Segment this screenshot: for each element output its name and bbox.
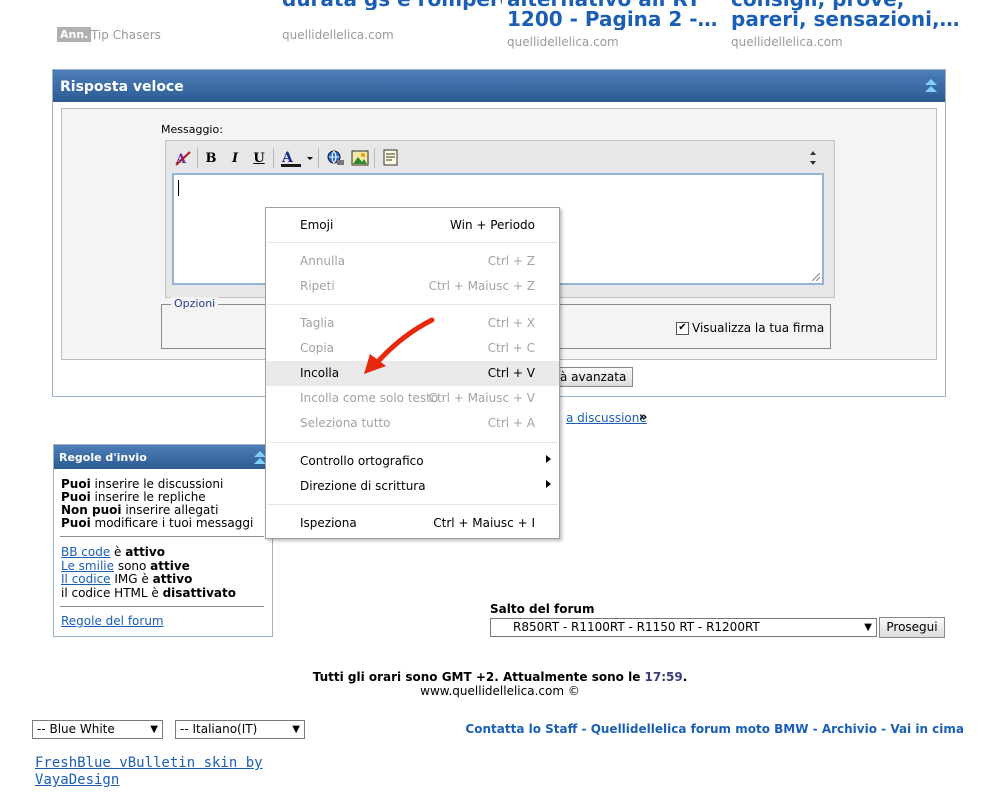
smilies-link[interactable]: Le smilie (61, 559, 114, 573)
collapse-icon[interactable] (925, 79, 937, 93)
toolbar-separator (318, 148, 319, 168)
dropdown-arrow-icon: ▼ (864, 622, 872, 633)
menu-item-paste-plain[interactable]: Incolla come solo testo Ctrl + Maiusc + V (266, 386, 559, 411)
posting-rules-title: Regole d'invio (59, 451, 147, 464)
toolbar-separator (197, 148, 198, 168)
insert-link-icon[interactable] (326, 149, 346, 167)
font-color-icon[interactable]: A (279, 149, 315, 167)
bbcode-link[interactable]: BB code (61, 545, 110, 559)
resize-grip-icon[interactable] (812, 273, 820, 281)
posting-rules-header: Regole d'invio (54, 445, 272, 469)
current-time: 17:59 (644, 670, 683, 684)
menu-separator (267, 442, 558, 443)
ad-badge: Ann. (57, 27, 92, 42)
img-status: Il codice IMG è attivo (61, 572, 193, 586)
text-caret (178, 180, 179, 196)
submenu-arrow-icon (546, 480, 551, 488)
submenu-arrow-icon (546, 455, 551, 463)
footer-links: Contatta lo Staff - Quellidellelica foru… (465, 722, 964, 736)
menu-item-writing-direction[interactable]: Direzione di scrittura (266, 474, 559, 499)
underline-icon[interactable]: U (250, 149, 268, 167)
menu-item-select-all[interactable]: Seleziona tutto Ctrl + A (266, 411, 559, 436)
quote-icon[interactable] (382, 149, 400, 167)
menu-item-emoji[interactable]: Emoji Win + Periodo (266, 213, 559, 238)
advanced-mode-button[interactable]: à avanzata (553, 367, 634, 387)
ad-source-2: quellidellelica.com (507, 35, 619, 49)
options-legend: Opzioni (171, 297, 219, 310)
ad-title-1[interactable]: durata gs e rompere (282, 0, 502, 10)
discussion-link-arrow: » (639, 410, 648, 425)
menu-item-undo[interactable]: Annulla Ctrl + Z (266, 249, 559, 274)
archive-link[interactable]: Archivio (822, 722, 877, 736)
annotation-arrow-icon (364, 317, 435, 374)
menu-separator (267, 504, 558, 505)
toolbar-separator (374, 148, 375, 168)
menu-item-spellcheck[interactable]: Controllo ortografico (266, 449, 559, 474)
ad-source-3: quellidellelica.com (731, 35, 843, 49)
bbcode-status: BB code è attivo (61, 545, 165, 559)
remove-format-icon[interactable]: A (174, 149, 192, 167)
insert-image-icon[interactable] (351, 149, 369, 167)
quick-reply-title: Risposta veloce (60, 79, 184, 95)
back-to-top-link[interactable]: Vai in cima (890, 722, 964, 736)
bold-icon[interactable]: B (202, 149, 220, 167)
forum-home-link[interactable]: Quellidellelica forum moto BMW (591, 722, 809, 736)
contact-staff-link[interactable]: Contatta lo Staff (465, 722, 577, 736)
forum-jump-label: Salto del forum (490, 602, 595, 616)
menu-separator (267, 242, 558, 243)
resize-icon[interactable] (806, 149, 820, 167)
discussion-link[interactable]: a discussione (566, 411, 647, 425)
forum-jump-select[interactable]: R850RT - R1100RT - R1150 RT - R1200RT ▼ (490, 618, 877, 637)
forum-rules-link[interactable]: Regole del forum (61, 614, 164, 628)
toolbar-separator (273, 148, 274, 168)
signature-checkbox[interactable]: ✔ (676, 322, 689, 335)
menu-item-redo[interactable]: Ripeti Ctrl + Maiusc + Z (266, 274, 559, 299)
html-status: il codice HTML è disattivato (61, 586, 237, 600)
timezone-line: Tutti gli orari sono GMT +2. Attualmente… (312, 670, 688, 684)
ad-title-3-line2[interactable]: pareri, sensazioni,… (731, 8, 971, 30)
language-select[interactable]: -- Italiano(IT) ▼ (175, 720, 305, 739)
ad-sponsor[interactable]: Tip Chasers (91, 28, 161, 42)
skin-credit-link[interactable]: FreshBlue vBulletin skin by VayaDesign (35, 755, 263, 789)
forum-jump-value: R850RT - R1100RT - R1150 RT - R1200RT (513, 620, 760, 634)
ad-source-1: quellidellelica.com (282, 28, 394, 42)
posting-rules-panel: Regole d'invio Puoi inserire le discussi… (53, 444, 273, 637)
divider (60, 606, 264, 607)
menu-separator (267, 304, 558, 305)
site-copyright: www.quellidellelica.com © (420, 684, 580, 698)
message-label: Messaggio: (161, 123, 223, 136)
style-select[interactable]: -- Blue White ▼ (32, 720, 163, 739)
italic-icon[interactable]: I (226, 149, 244, 167)
signature-label[interactable]: Visualizza la tua firma (692, 321, 824, 335)
dropdown-arrow-icon: ▼ (292, 724, 300, 735)
divider (60, 536, 264, 537)
ad-title-2-line2[interactable]: 1200 - Pagina 2 -… (507, 8, 722, 30)
quick-reply-header: Risposta veloce (53, 70, 945, 102)
dropdown-arrow-icon: ▼ (150, 724, 158, 735)
rule-line: Puoi modificare i tuoi messaggi (61, 516, 254, 530)
img-code-link[interactable]: Il codice (61, 572, 111, 586)
menu-item-inspect[interactable]: Ispeziona Ctrl + Maiusc + I (266, 511, 559, 536)
forum-rules-row: Regole del forum (61, 615, 164, 628)
svg-text:A: A (281, 150, 294, 166)
forum-jump-go-button[interactable]: Prosegui (879, 617, 945, 638)
